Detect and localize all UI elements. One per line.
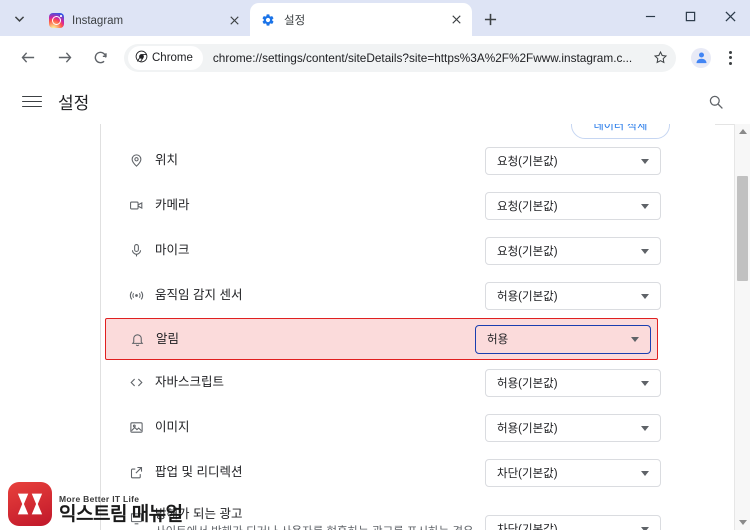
video-camera-icon <box>123 198 149 213</box>
minimize-button[interactable] <box>630 0 670 32</box>
bell-icon <box>124 332 150 347</box>
motion-sensor-icon <box>123 288 149 303</box>
scroll-down-arrow-icon[interactable] <box>735 515 750 530</box>
permission-label: 팝업 및 리디렉션 <box>155 465 243 480</box>
permission-row-motion-sensors[interactable]: 움직임 감지 센서 허용(기본값) <box>101 273 715 318</box>
permission-select[interactable]: 허용 <box>475 324 651 354</box>
settings-left-rail <box>0 124 101 530</box>
chevron-down-icon <box>641 203 649 209</box>
profile-avatar[interactable] <box>686 43 716 73</box>
maximize-button[interactable] <box>670 0 710 32</box>
permission-value: 허용(기본값) <box>497 290 558 303</box>
permission-label: 위치 <box>155 153 179 168</box>
chrome-chip[interactable]: Chrome <box>128 45 203 70</box>
chevron-down-icon <box>641 470 649 476</box>
permission-label: 마이크 <box>155 243 190 258</box>
permission-select[interactable]: 허용(기본값) <box>485 413 661 442</box>
permission-value: 허용(기본값) <box>497 422 558 435</box>
tab-title: Instagram <box>72 14 124 27</box>
permission-select[interactable]: 요청(기본값) <box>485 191 661 220</box>
permission-value: 요청(기본값) <box>497 245 558 258</box>
permission-select[interactable]: 요청(기본값) <box>485 146 661 175</box>
permission-row-intrusive-ads[interactable]: 방해가 되는 광고 사이트에서 방해가 되거나 사용자를 현혹하는 광고를 표시… <box>101 495 715 530</box>
permission-label-title: 방해가 되는 광고 <box>155 507 243 521</box>
code-brackets-icon <box>123 375 149 390</box>
permission-row-location[interactable]: 위치 요청(기본값) <box>101 138 715 183</box>
external-link-icon <box>123 465 149 480</box>
tab-title: 설정 <box>284 14 306 27</box>
permission-label: 알림 <box>156 331 180 346</box>
permission-select[interactable]: 허용(기본값) <box>485 281 661 310</box>
microphone-icon <box>123 243 149 258</box>
settings-content: 데이터 삭제 위치 요청(기본값) 카메라 요청(기본값) 마이크 요청(기본값… <box>0 124 750 530</box>
browser-toolbar: Chrome chrome://settings/content/siteDet… <box>0 36 750 80</box>
permission-select[interactable]: 요청(기본값) <box>485 236 661 265</box>
permission-value: 차단(기본값) <box>497 524 558 530</box>
close-icon[interactable] <box>224 11 244 31</box>
tab-strip: Instagram 설정 <box>0 0 750 36</box>
chevron-down-icon <box>641 248 649 254</box>
close-button[interactable] <box>710 0 750 32</box>
chevron-down-icon <box>641 380 649 386</box>
chevron-down-icon <box>641 293 649 299</box>
chevron-down-icon <box>641 425 649 431</box>
chevron-down-icon <box>631 337 639 342</box>
chrome-chip-label: Chrome <box>152 51 193 64</box>
page-title: 설정 <box>58 94 90 113</box>
chrome-icon <box>135 50 148 66</box>
tab-search-icon[interactable] <box>0 0 38 36</box>
permission-value: 허용(기본값) <box>497 377 558 390</box>
new-tab-button[interactable] <box>476 5 504 33</box>
location-pin-icon <box>123 153 149 168</box>
permission-label: 이미지 <box>155 420 190 435</box>
permission-row-microphone[interactable]: 마이크 요청(기본값) <box>101 228 715 273</box>
permissions-list: 위치 요청(기본값) 카메라 요청(기본값) 마이크 요청(기본값) 움직임 감… <box>101 138 715 530</box>
permission-select[interactable]: 차단(기본값) <box>485 458 661 487</box>
permission-label: 자바스크립트 <box>155 375 225 390</box>
back-button[interactable] <box>12 42 44 74</box>
permission-row-images[interactable]: 이미지 허용(기본값) <box>101 405 715 450</box>
permission-row-popups[interactable]: 팝업 및 리디렉션 차단(기본값) <box>101 450 715 495</box>
permission-value: 허용 <box>487 334 509 346</box>
permission-label: 움직임 감지 센서 <box>155 288 243 303</box>
image-icon <box>123 420 149 435</box>
search-icon[interactable] <box>706 92 726 112</box>
permission-value: 요청(기본값) <box>497 200 558 213</box>
gear-icon <box>260 12 276 28</box>
kebab-menu-icon[interactable] <box>716 43 744 73</box>
permission-value: 차단(기본값) <box>497 467 558 480</box>
instagram-icon <box>48 13 64 29</box>
browser-window: Instagram 설정 Chrome chrome://settings/co… <box>0 0 750 530</box>
permission-label-description: 사이트에서 방해가 되거나 사용자를 현혹하는 광고를 표시하는 경우 광고를 … <box>155 524 485 530</box>
permission-value: 요청(기본값) <box>497 155 558 168</box>
address-bar[interactable]: Chrome chrome://settings/content/siteDet… <box>124 43 676 72</box>
permission-select[interactable]: 차단(기본값) <box>485 515 661 530</box>
permission-label: 방해가 되는 광고 사이트에서 방해가 되거나 사용자를 현혹하는 광고를 표시… <box>155 505 485 530</box>
hamburger-icon[interactable] <box>22 95 42 108</box>
ad-block-icon <box>123 511 149 526</box>
forward-button[interactable] <box>48 42 80 74</box>
permission-row-notifications[interactable]: 알림 허용 <box>105 318 658 360</box>
page-scrollbar[interactable] <box>734 124 750 530</box>
star-icon[interactable] <box>646 44 674 72</box>
tab-instagram[interactable]: Instagram <box>38 5 250 36</box>
clear-data-button[interactable]: 데이터 삭제 <box>571 124 670 139</box>
permission-row-camera[interactable]: 카메라 요청(기본값) <box>101 183 715 228</box>
site-details-panel: 데이터 삭제 위치 요청(기본값) 카메라 요청(기본값) 마이크 요청(기본값… <box>101 124 715 530</box>
permission-row-javascript[interactable]: 자바스크립트 허용(기본값) <box>101 360 715 405</box>
window-controls <box>630 0 750 36</box>
reload-button[interactable] <box>84 42 116 74</box>
permission-select[interactable]: 허용(기본값) <box>485 368 661 397</box>
scroll-up-arrow-icon[interactable] <box>735 124 750 139</box>
person-icon <box>691 47 711 68</box>
url-text[interactable]: chrome://settings/content/siteDetails?si… <box>203 51 646 65</box>
scrollbar-thumb[interactable] <box>737 176 748 281</box>
chevron-down-icon <box>641 158 649 164</box>
close-icon[interactable] <box>446 10 466 30</box>
settings-header: 설정 <box>0 79 750 125</box>
tab-settings[interactable]: 설정 <box>250 3 472 36</box>
permission-label: 카메라 <box>155 198 190 213</box>
